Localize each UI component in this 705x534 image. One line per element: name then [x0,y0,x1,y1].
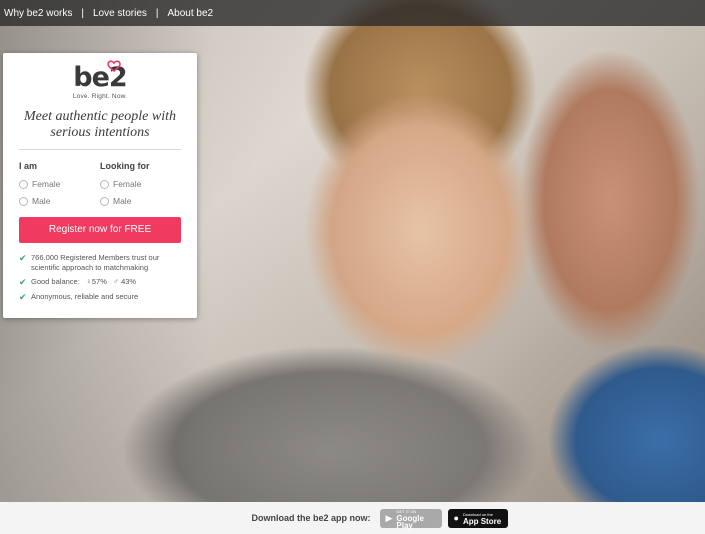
register-button[interactable]: Register now for FREE [19,217,181,243]
nav-separator: | [81,7,84,19]
benefit-members: 766.000 Registered Members trust our sci… [31,253,160,272]
looking-for-group: Looking for Female Male [100,161,181,213]
google-play-icon: ▶ [385,512,393,523]
i-am-female-radio[interactable]: Female [19,179,100,189]
radio-label: Male [113,196,132,206]
check-icon: ✔ [19,277,27,287]
app-store-badge[interactable]: ● Download on the App Store [447,508,508,528]
heart-icon [107,60,121,72]
i-am-group: I am Female Male [19,161,100,213]
benefit-balance: Good balance: ♀57% ♂ 43% [31,277,136,287]
check-icon: ✔ [19,292,27,302]
radio-circle[interactable] [19,179,28,189]
download-text: Download the be2 app now: [251,513,371,523]
radio-label: Male [32,196,51,206]
apple-icon: ● [453,513,459,523]
top-navigation: Why be2 works | Love stories | About be2 [0,0,705,26]
app-download-bar: Download the be2 app now: ▶ GET IT ON Go… [0,502,705,534]
logo-tagline: Love. Right. Now. [72,93,128,100]
male-percent: 43% [121,277,137,286]
headline: Meet authentic people with serious inten… [19,109,181,150]
balance-label: Good balance: [31,277,80,286]
nav-love-stories[interactable]: Love stories [93,8,147,19]
i-am-title: I am [19,161,38,171]
logo-mark: be2 [73,62,127,93]
logo: be2 Love. Right. Now. [19,60,181,107]
radio-circle[interactable] [100,196,109,206]
benefit-item: ✔ Anonymous, reliable and secure [19,292,181,302]
radio-label: Female [32,179,61,189]
radio-circle[interactable] [100,179,109,189]
looking-for-female-radio[interactable]: Female [100,179,181,189]
radio-label: Female [113,179,142,189]
check-icon: ✔ [19,253,27,263]
google-play-label: Google Play [396,513,424,530]
looking-for-title: Looking for [100,161,150,171]
looking-for-male-radio[interactable]: Male [100,196,181,206]
benefits-list: ✔ 766.000 Registered Members trust our s… [19,253,181,302]
radio-circle[interactable] [19,196,28,206]
signup-card: be2 Love. Right. Now. Meet authentic peo… [3,53,197,318]
nav-about-be2[interactable]: About be2 [168,8,214,19]
google-play-badge[interactable]: ▶ GET IT ON Google Play [379,508,442,530]
male-symbol-icon: ♂ [113,277,119,286]
gender-selectors: I am Female Male Looking for Female Male [19,161,181,213]
benefit-item: ✔ Good balance: ♀57% ♂ 43% [19,277,181,287]
benefit-secure: Anonymous, reliable and secure [31,292,139,301]
nav-separator: | [155,7,159,19]
female-percent: 57% [91,277,107,286]
i-am-male-radio[interactable]: Male [19,196,100,206]
app-store-label: App Store [462,517,502,526]
nav-why-be2-works[interactable]: Why be2 works [4,8,72,19]
benefit-item: ✔ 766.000 Registered Members trust our s… [19,253,181,272]
